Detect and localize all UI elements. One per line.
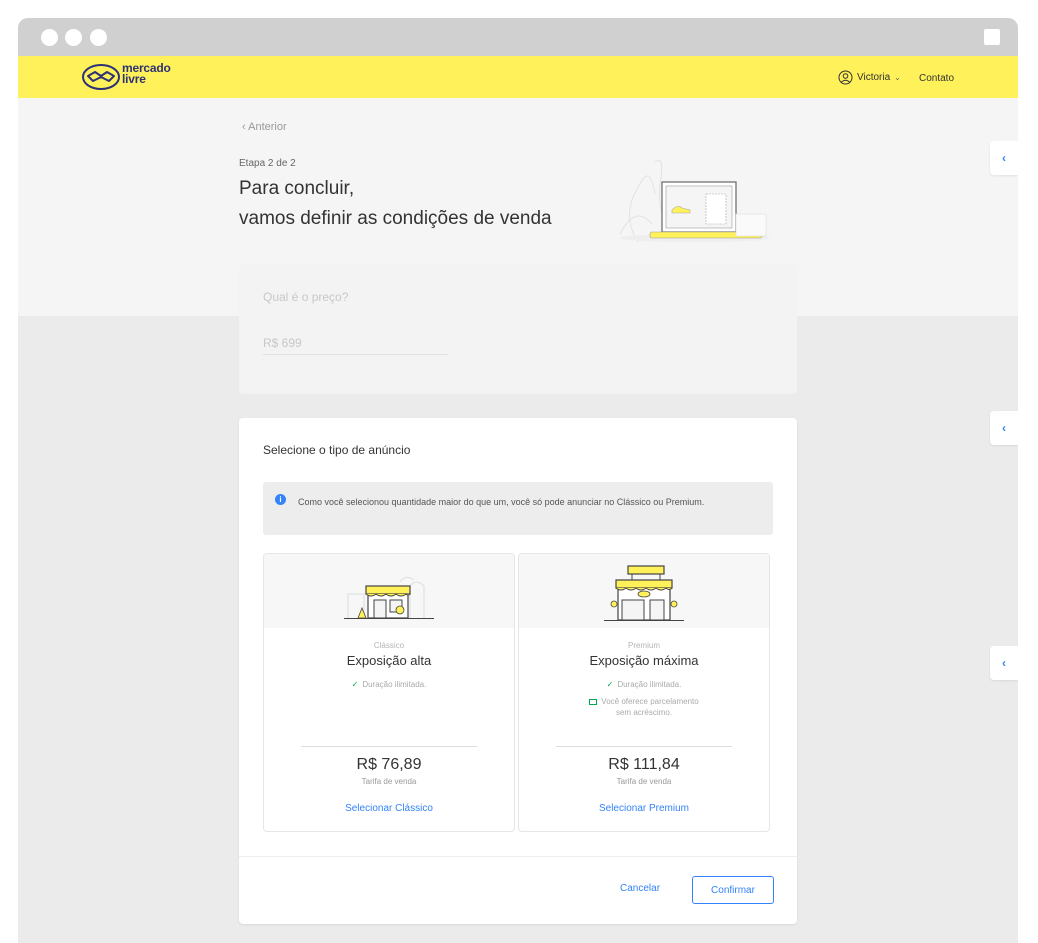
chevron-left-icon: ‹ bbox=[1002, 151, 1006, 165]
mercado-livre-logo[interactable]: mercado livre bbox=[82, 61, 182, 91]
check-icon: ✓ bbox=[351, 680, 359, 689]
option-feature: Você oferece parcelamento bbox=[519, 697, 769, 707]
site-header: mercado livre Victoria ⌄ Contato bbox=[18, 56, 1018, 98]
side-panel-toggle[interactable]: ‹ bbox=[990, 411, 1018, 445]
option-feature: sem acréscimo. bbox=[615, 708, 672, 717]
chevron-left-icon: ‹ bbox=[1002, 421, 1006, 435]
window-control-dot[interactable] bbox=[41, 29, 58, 46]
handshake-logo-icon bbox=[82, 64, 120, 90]
info-banner: i Como você selecionou quantidade maior … bbox=[263, 482, 773, 535]
side-panel-toggle[interactable]: ‹ bbox=[990, 646, 1018, 680]
divider bbox=[301, 746, 477, 747]
select-premium-link[interactable]: Selecionar Premium bbox=[519, 803, 769, 814]
credit-card-icon bbox=[589, 699, 598, 705]
option-classico[interactable]: Clássico Exposição alta ✓ Duração ilimita… bbox=[263, 553, 515, 832]
window-control-dot[interactable] bbox=[90, 29, 107, 46]
side-panel-toggle[interactable]: ‹ bbox=[990, 141, 1018, 175]
check-icon: ✓ bbox=[606, 680, 614, 689]
option-illustration bbox=[264, 554, 514, 628]
chevron-left-icon: ‹ bbox=[1002, 656, 1006, 670]
option-name: Exposição alta bbox=[346, 653, 432, 668]
option-price: R$ 111,84 bbox=[608, 756, 680, 773]
user-avatar-icon bbox=[838, 70, 853, 85]
info-text: Como você selecionou quantidade maior do… bbox=[298, 497, 705, 507]
step-indicator: Etapa 2 de 2 bbox=[239, 158, 296, 169]
large-store-icon bbox=[604, 565, 684, 621]
contact-link[interactable]: Contato bbox=[919, 73, 954, 84]
back-link[interactable]: ‹ Anterior bbox=[242, 121, 287, 133]
option-kicker: Clássico bbox=[373, 641, 405, 650]
page-title: Para concluir, vamos definir as condiçõe… bbox=[239, 178, 552, 229]
confirm-button[interactable]: Confirmar bbox=[692, 876, 774, 904]
option-price: R$ 76,89 bbox=[356, 756, 422, 773]
info-icon: i bbox=[275, 494, 286, 505]
option-illustration bbox=[519, 554, 769, 628]
window-maximize-icon[interactable] bbox=[984, 29, 1000, 45]
listing-type-card: Selecione o tipo de anúncio i Como você … bbox=[239, 418, 797, 924]
logo-wordmark: mercado livre bbox=[122, 61, 171, 86]
user-menu[interactable]: Victoria ⌄ bbox=[838, 70, 901, 85]
card-footer-divider bbox=[239, 856, 797, 857]
cancel-button[interactable]: Cancelar bbox=[620, 883, 660, 894]
option-name: Exposição máxima bbox=[589, 653, 699, 668]
option-kicker: Premium bbox=[627, 641, 660, 650]
section-title: Selecione o tipo de anúncio bbox=[263, 443, 411, 457]
browser-titlebar bbox=[18, 18, 1018, 56]
window-control-dot[interactable] bbox=[65, 29, 82, 46]
price-input[interactable]: R$ 699 bbox=[263, 336, 448, 355]
user-name: Victoria bbox=[857, 72, 891, 83]
laptop-illustration-icon bbox=[619, 159, 770, 243]
browser-window: mercado livre Victoria ⌄ Contato ‹ Anter… bbox=[18, 18, 1018, 943]
select-classico-link[interactable]: Selecionar Clássico bbox=[264, 803, 514, 814]
chevron-left-icon: ‹ bbox=[242, 121, 246, 133]
small-store-icon bbox=[344, 576, 434, 619]
option-price-caption: Tarifa de venda bbox=[361, 777, 417, 786]
divider bbox=[556, 746, 732, 747]
option-premium[interactable]: Premium Exposição máxima ✓ Duração ilimit… bbox=[518, 553, 770, 832]
option-feature: ✓ Duração ilimitada. bbox=[351, 680, 427, 689]
option-price-caption: Tarifa de venda bbox=[616, 777, 672, 786]
price-section: Qual é o preço? R$ 699 bbox=[239, 264, 797, 394]
chevron-down-icon: ⌄ bbox=[894, 73, 901, 82]
price-question: Qual é o preço? bbox=[263, 290, 349, 304]
option-feature: ✓ Duração ilimitada. bbox=[606, 680, 682, 689]
